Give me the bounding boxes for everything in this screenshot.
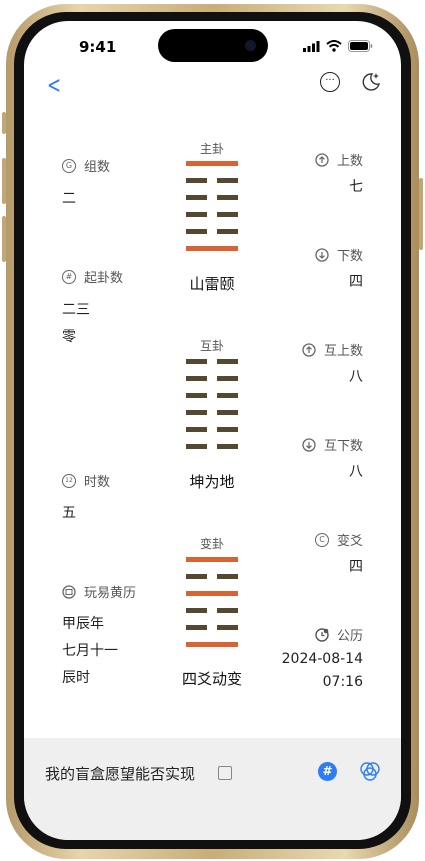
volume-down-button <box>2 216 6 262</box>
yang-line <box>186 591 238 596</box>
calendar-icon <box>62 584 76 599</box>
arrow-up-circle-icon <box>315 152 329 167</box>
upper-number-title: 上数 <box>315 150 363 169</box>
yang-line <box>186 161 238 166</box>
yin-line <box>186 410 238 415</box>
lower-number-value: 四 <box>349 274 363 290</box>
calendar-hour: 辰时 <box>62 670 90 686</box>
lower-number-title: 下数 <box>315 245 363 264</box>
changed-hexagram-label: 变卦 <box>199 537 224 551</box>
arrow-down-circle-icon <box>302 437 316 452</box>
screen: 9:41 < ··· G 组数 二 # 起卦数 二三 零 12 时数 五 玩易黄历 甲… <box>24 21 401 840</box>
back-button[interactable]: < <box>47 73 61 97</box>
wifi-icon <box>326 40 342 52</box>
yin-line <box>186 393 238 398</box>
camera-icon <box>245 40 256 51</box>
main-hexagram <box>186 161 238 263</box>
yin-line <box>186 212 238 217</box>
changed-hexagram-name: 四爻动变 <box>181 670 242 688</box>
arrow-up-circle-icon <box>302 342 316 357</box>
action-button <box>2 112 6 134</box>
calendar-lunar-date: 七月十一 <box>62 643 118 659</box>
more-button[interactable]: ··· <box>320 72 340 92</box>
start-number-value-2: 零 <box>62 329 76 345</box>
g-circle-icon: G <box>62 158 76 173</box>
question-text[interactable]: 我的盲盒愿望能否实现 <box>45 763 195 784</box>
start-number-value-1: 二三 <box>62 302 90 318</box>
yin-line <box>186 359 238 364</box>
edit-icon[interactable] <box>218 766 232 780</box>
mutual-hexagram <box>186 359 238 461</box>
yin-line <box>186 625 238 630</box>
yang-line <box>186 246 238 251</box>
mutual-hexagram-name: 坤为地 <box>189 473 235 491</box>
dynamic-island <box>158 29 268 62</box>
arrow-down-circle-icon <box>315 247 329 262</box>
yin-line <box>186 574 238 579</box>
battery-icon <box>348 40 373 52</box>
yin-line <box>186 229 238 234</box>
yin-line <box>186 444 238 449</box>
yin-line <box>186 427 238 432</box>
calendar-year: 甲辰年 <box>62 616 104 632</box>
yang-line <box>186 642 238 647</box>
start-number-title: # 起卦数 <box>62 267 123 286</box>
status-icons <box>303 40 373 52</box>
status-time: 9:41 <box>79 38 117 56</box>
mutual-lower-title: 互下数 <box>302 435 363 454</box>
mutual-upper-title: 互上数 <box>302 340 363 359</box>
yin-line <box>186 376 238 381</box>
yin-line <box>186 178 238 183</box>
power-button <box>419 178 423 250</box>
gregorian-date: 2024-08-14 <box>281 651 363 667</box>
clock-12-icon: 12 <box>62 473 76 488</box>
main-hexagram-label: 主卦 <box>199 142 224 156</box>
clock-icon <box>315 627 329 642</box>
volume-up-button <box>2 158 6 204</box>
mutual-hexagram-label: 互卦 <box>199 339 224 353</box>
yin-line <box>186 195 238 200</box>
yang-line <box>186 557 238 562</box>
hour-number-title: 12 时数 <box>62 471 110 490</box>
gregorian-time: 07:16 <box>322 674 363 690</box>
dark-mode-icon[interactable] <box>360 71 382 93</box>
changed-hexagram <box>186 557 238 659</box>
mutual-lower-value: 八 <box>349 464 363 480</box>
c-circle-icon: C <box>314 532 329 547</box>
group-count-title: G 组数 <box>62 156 110 175</box>
hash-circle-icon: # <box>62 269 76 284</box>
tag-button[interactable]: # <box>318 762 337 781</box>
group-count-value: 二 <box>62 191 76 207</box>
hour-number-value: 五 <box>62 505 76 521</box>
changing-line-value: 四 <box>349 559 363 575</box>
signal-icon <box>303 40 320 52</box>
gregorian-title: 公历 <box>315 625 363 644</box>
bottom-bar: 我的盲盒愿望能否实现 # <box>24 738 401 840</box>
yin-line <box>186 608 238 613</box>
mutual-upper-value: 八 <box>349 369 363 385</box>
changing-line-title: C 变爻 <box>314 530 363 549</box>
main-hexagram-name: 山雷颐 <box>189 275 235 293</box>
upper-number-value: 七 <box>349 179 363 195</box>
calendar-title: 玩易黄历 <box>62 582 136 601</box>
overlap-circles-icon[interactable] <box>358 760 382 784</box>
